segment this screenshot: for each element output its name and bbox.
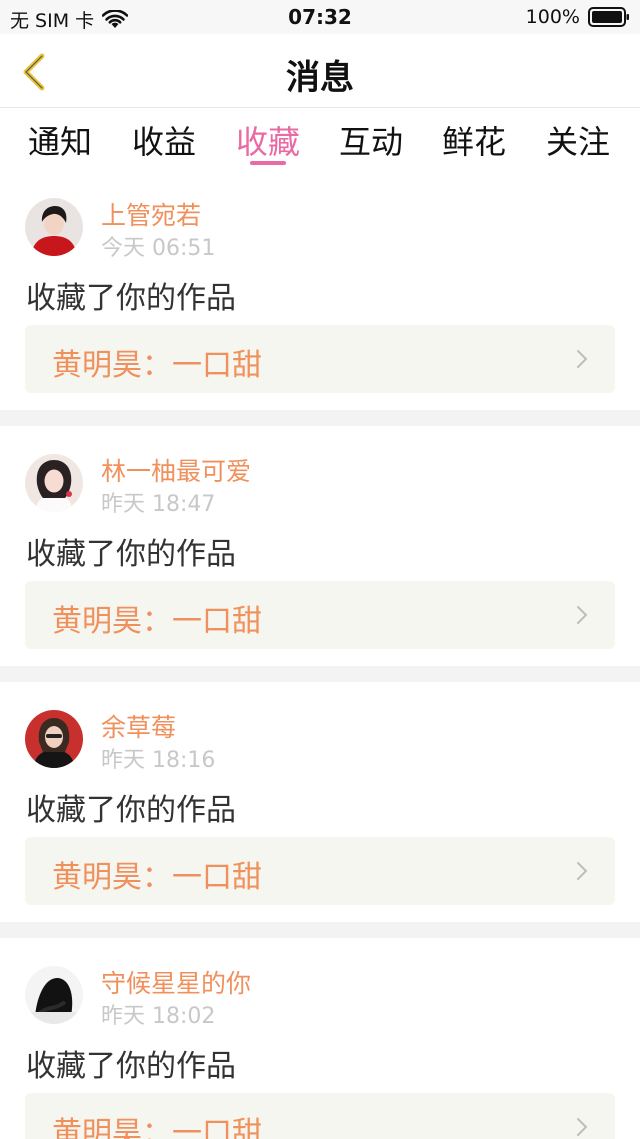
message-list: 上管宛若 今天 06:51 收藏了你的作品 黄明昊：一口甜 林一柚最可爱 昨天 … [0,170,640,1139]
tab-bar: 通知 收益 收藏 互动 鲜花 关注 [0,109,640,169]
chevron-right-icon [577,606,587,624]
work-link[interactable]: 黄明昊：一口甜 [25,1093,615,1139]
active-tab-indicator [250,161,286,165]
username-link[interactable]: 上管宛若 [101,196,201,232]
avatar[interactable] [25,454,83,512]
action-text: 收藏了你的作品 [26,537,236,572]
work-title: 黄明昊：一口甜 [52,348,262,383]
tab-interactions[interactable]: 互动 [331,117,411,163]
divider [0,666,640,682]
tab-notifications[interactable]: 通知 [20,117,100,163]
work-link[interactable]: 黄明昊：一口甜 [25,581,615,649]
message-time: 今天 06:51 [101,236,216,261]
work-link[interactable]: 黄明昊：一口甜 [25,837,615,905]
username-link[interactable]: 林一柚最可爱 [101,452,251,488]
username-link[interactable]: 余草莓 [101,708,176,744]
message-time: 昨天 18:16 [101,748,216,773]
list-item: 上管宛若 今天 06:51 收藏了你的作品 黄明昊：一口甜 [0,170,640,410]
work-link[interactable]: 黄明昊：一口甜 [25,325,615,393]
message-time: 昨天 18:02 [101,1004,216,1029]
work-title: 黄明昊：一口甜 [52,860,262,895]
message-time: 昨天 18:47 [101,492,216,517]
tab-flowers[interactable]: 鲜花 [434,117,514,163]
list-item: 林一柚最可爱 昨天 18:47 收藏了你的作品 黄明昊：一口甜 [0,426,640,666]
status-right: 100% [526,6,630,28]
chevron-right-icon [577,1118,587,1136]
tab-follows[interactable]: 关注 [538,117,618,163]
chevron-right-icon [577,350,587,368]
divider [0,922,640,938]
list-item: 守候星星的你 昨天 18:02 收藏了你的作品 黄明昊：一口甜 [0,938,640,1139]
username-link[interactable]: 守候星星的你 [101,964,251,1000]
battery-icon [588,7,629,27]
battery-percent: 100% [525,6,580,28]
status-bar: 无 SIM 卡 07:32 100% [0,0,640,34]
action-text: 收藏了你的作品 [26,793,236,828]
work-title: 黄明昊：一口甜 [52,604,262,639]
nav-bar: 消息 [0,34,640,108]
chevron-right-icon [577,862,587,880]
tab-earnings[interactable]: 收益 [124,117,204,163]
list-item: 余草莓 昨天 18:16 收藏了你的作品 黄明昊：一口甜 [0,682,640,922]
avatar[interactable] [25,198,83,256]
tab-favorites[interactable]: 收藏 [228,117,308,163]
divider [0,410,640,426]
action-text: 收藏了你的作品 [26,281,236,316]
page-title: 消息 [286,58,354,98]
avatar[interactable] [25,966,83,1024]
action-text: 收藏了你的作品 [26,1049,236,1084]
avatar[interactable] [25,710,83,768]
work-title: 黄明昊：一口甜 [52,1116,262,1139]
